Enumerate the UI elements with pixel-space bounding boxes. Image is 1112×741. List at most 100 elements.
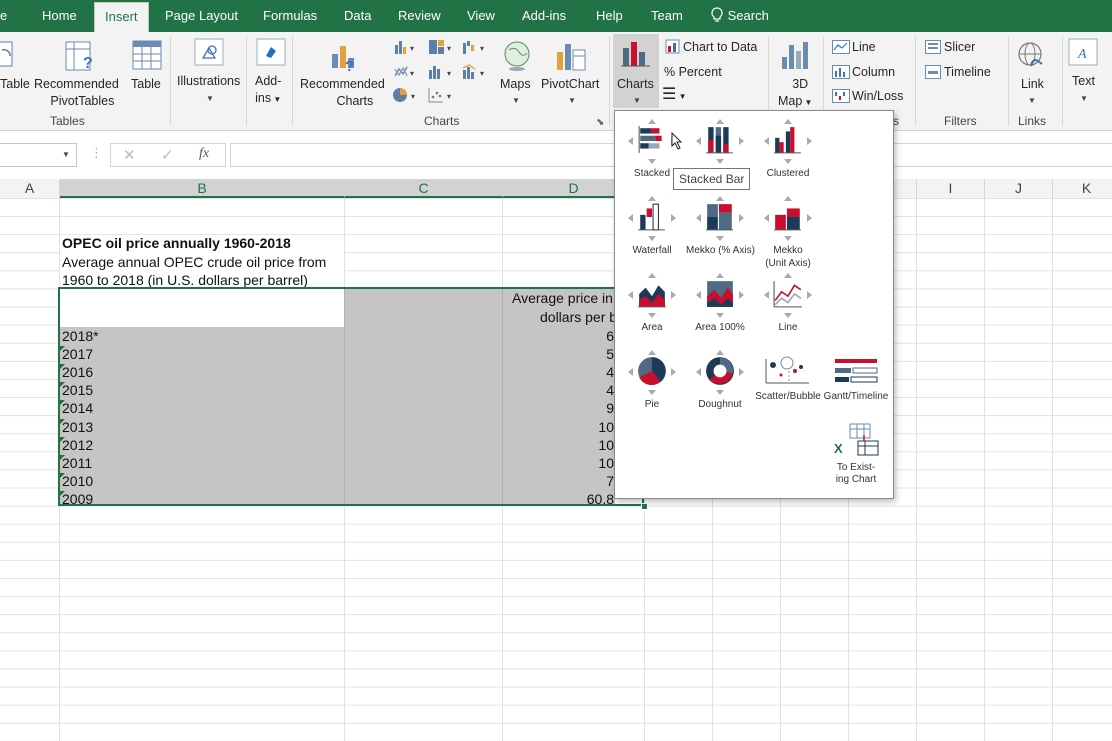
- slicer-button[interactable]: Slicer: [944, 39, 975, 56]
- sheet-title[interactable]: OPEC oil price annually 1960-2018: [62, 234, 291, 252]
- 3d-map-button[interactable]: 3D Map ▼: [778, 76, 812, 111]
- chart-type-area[interactable]: Area: [618, 271, 686, 333]
- text-button[interactable]: Text: [1072, 73, 1095, 90]
- arrow-right-icon: [671, 291, 676, 299]
- pivottable-button[interactable]: Table: [0, 76, 30, 93]
- tab-formulas[interactable]: Formulas: [263, 0, 317, 32]
- formula-bar-grip-icon: ⋮: [90, 145, 103, 160]
- chart-type-clustered[interactable]: Clustered: [754, 117, 822, 179]
- tab-add-ins[interactable]: Add-ins: [522, 0, 566, 32]
- chart-type-mekko-percent-axis[interactable]: Mekko (% Axis): [686, 194, 755, 256]
- chart-type-stacked-icon: [638, 126, 662, 153]
- chart-type-area-100[interactable]: Area 100%: [686, 271, 754, 333]
- column-header-k[interactable]: K: [1053, 179, 1112, 198]
- charts-addin-button[interactable]: Charts ▼: [613, 34, 659, 108]
- arrow-up-icon: [784, 273, 792, 278]
- arrow-right-icon: [671, 214, 676, 222]
- tab-insert[interactable]: Insert: [94, 2, 149, 33]
- tab-home[interactable]: Home: [42, 0, 77, 32]
- link-button[interactable]: Link: [1021, 76, 1044, 93]
- svg-text:▾: ▾: [410, 44, 414, 53]
- table-button[interactable]: Table: [131, 76, 161, 93]
- tab-file-partial[interactable]: e: [0, 0, 7, 32]
- chart-to-data-button[interactable]: Chart to Data: [683, 39, 757, 56]
- pie-chart-icon[interactable]: ▾: [392, 87, 420, 103]
- chevron-down-icon: ▼: [1028, 96, 1036, 105]
- chevron-down-icon[interactable]: ▼: [62, 150, 70, 159]
- scatter-chart-icon[interactable]: ▾: [428, 87, 456, 103]
- fill-handle[interactable]: [641, 503, 648, 510]
- arrow-down-icon: [648, 236, 656, 241]
- column-header-a[interactable]: A: [0, 179, 60, 198]
- chart-type-gantt-timeline[interactable]: Gantt/Timeline: [822, 356, 890, 402]
- arrow-down-icon: [784, 159, 792, 164]
- timeline-button[interactable]: Timeline: [944, 64, 991, 81]
- link-globe-icon: [1018, 42, 1043, 67]
- search-box[interactable]: Search: [710, 0, 769, 32]
- to-existing-chart-button[interactable]: X To Exist- ing Chart: [823, 423, 889, 486]
- tab-team[interactable]: Team: [651, 0, 683, 32]
- chart-type-scatter-bubble[interactable]: Scatter/Bubble: [754, 356, 822, 402]
- pivottable-icon: [0, 41, 13, 67]
- combo-chart-icon[interactable]: ▾: [462, 64, 490, 80]
- dialog-launcher-icon[interactable]: ⬊: [596, 117, 604, 128]
- enter-check-icon[interactable]: ✓: [161, 146, 174, 164]
- tab-review[interactable]: Review: [398, 0, 441, 32]
- arrow-up-icon: [716, 196, 724, 201]
- arrow-right-icon: [671, 368, 676, 376]
- illustrations-icon: [194, 38, 224, 66]
- column-chart-icon[interactable]: ▾: [394, 39, 420, 55]
- column-header-i[interactable]: I: [917, 179, 985, 198]
- worksheet-grid[interactable]: OPEC oil price annually 1960-2018 Averag…: [0, 198, 1112, 741]
- sparkline-winloss-button[interactable]: Win/Loss: [852, 88, 903, 105]
- chart-type-waterfall[interactable]: Waterfall: [618, 194, 686, 256]
- group-separator: [915, 36, 916, 126]
- chart-type-line[interactable]: Line: [754, 271, 822, 333]
- grid-line: [916, 198, 917, 741]
- column-header-c[interactable]: C: [345, 179, 503, 198]
- svg-text:A: A: [1077, 47, 1087, 62]
- chart-type-line-icon: [773, 281, 802, 308]
- chart-type-mekko-unit-axis[interactable]: Mekko (Unit Axis): [754, 194, 822, 269]
- charts-addin-icon: [621, 42, 650, 67]
- column-header-b[interactable]: B: [60, 179, 345, 198]
- add-ins-button[interactable]: Add- ins ▼: [255, 73, 281, 108]
- tab-page-layout[interactable]: Page Layout: [165, 0, 238, 32]
- group-separator: [1008, 36, 1009, 126]
- group-label-filters: Filters: [944, 114, 977, 128]
- recommended-charts-button[interactable]: Recommended Charts: [300, 76, 385, 110]
- statistic-chart-icon[interactable]: ▾: [428, 64, 456, 80]
- insert-function-button[interactable]: fx: [199, 146, 209, 162]
- arrow-up-icon: [784, 119, 792, 124]
- percent-button[interactable]: % Percent: [664, 64, 722, 81]
- arrow-up-icon: [716, 119, 724, 124]
- sparkline-line-button[interactable]: Line: [852, 39, 876, 56]
- arrow-down-icon: [784, 236, 792, 241]
- name-box[interactable]: ▼: [0, 143, 77, 167]
- arrow-right-icon: [807, 291, 812, 299]
- cancel-icon[interactable]: ✕: [123, 146, 136, 164]
- sheet-description-line-1[interactable]: Average annual OPEC crude oil price from: [62, 253, 326, 271]
- column-header-j[interactable]: J: [985, 179, 1053, 198]
- illustrations-button[interactable]: Illustrations: [177, 73, 240, 90]
- chart-type-doughnut[interactable]: Doughnut: [686, 348, 754, 410]
- add-ins-label-2: ins: [255, 91, 272, 105]
- line-chart-icon[interactable]: ▾: [394, 64, 420, 80]
- maps-button[interactable]: Maps: [500, 76, 531, 93]
- tab-data[interactable]: Data: [344, 0, 371, 32]
- sparkline-column-button[interactable]: Column: [852, 64, 895, 81]
- hierarchy-chart-icon[interactable]: ▾: [428, 39, 456, 55]
- recommended-pivottables-button[interactable]: Recommended PivotTables: [34, 76, 119, 110]
- chart-type-pie[interactable]: Pie: [618, 348, 686, 410]
- chart-type-scatter-bubble-icon: [765, 356, 809, 384]
- arrow-left-icon: [696, 214, 701, 222]
- tab-view[interactable]: View: [467, 0, 495, 32]
- group-separator: [170, 36, 171, 126]
- sparkline-line-icon: [832, 40, 850, 54]
- pivotchart-button[interactable]: PivotChart: [541, 76, 599, 93]
- waterfall-chart-icon[interactable]: ▾: [462, 39, 490, 55]
- arrow-down-icon: [716, 159, 724, 164]
- text-icon: A: [1068, 38, 1098, 66]
- tab-help[interactable]: Help: [596, 0, 623, 32]
- more-menu-icon[interactable]: ☰ ▼: [662, 86, 686, 105]
